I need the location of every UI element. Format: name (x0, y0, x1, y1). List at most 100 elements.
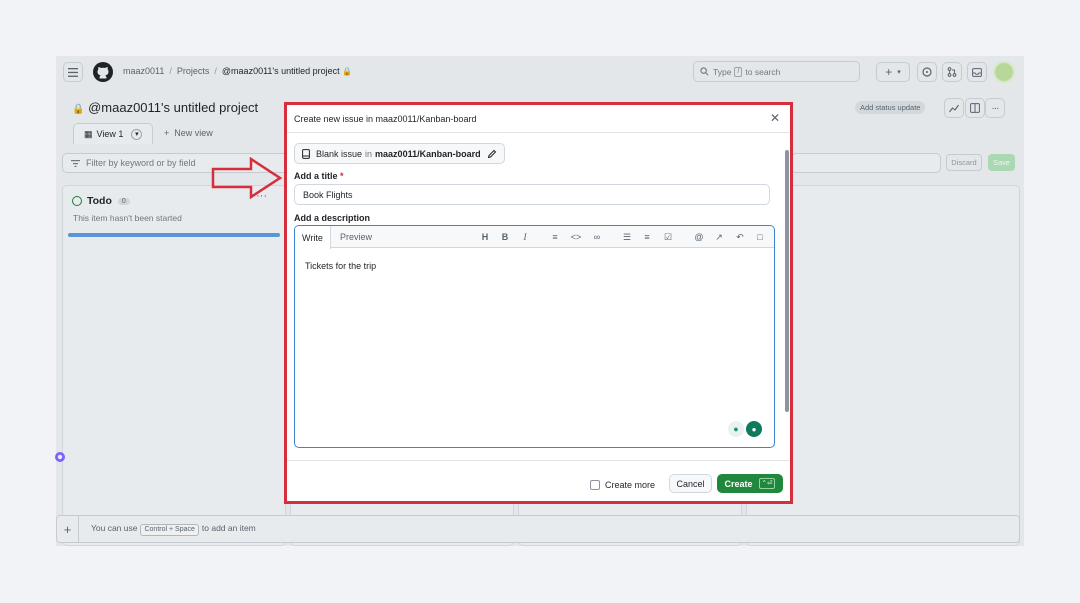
add-item-hint: You can use Control + Space to add an item (91, 523, 256, 536)
link-icon[interactable]: ∞ (591, 231, 603, 243)
create-more-label: Create more (605, 480, 656, 490)
pull-requests-button[interactable] (942, 62, 962, 82)
description-label: Add a description (294, 213, 371, 223)
filter-icon (71, 159, 80, 167)
add-item-hint-post: to add an item (201, 522, 256, 533)
search-input[interactable]: Type / to search (693, 61, 860, 82)
editor-toolbar: Write Preview H B I ≡ <> ∞ ☰ ≡ ☑ @ ↗ ↶ □ (295, 226, 774, 249)
search-icon (700, 67, 709, 76)
dialog-title: Create new issue in maaz0011/Kanban-boar… (294, 113, 477, 124)
chart-icon (949, 104, 959, 112)
github-logo-icon[interactable] (93, 62, 113, 82)
code-icon[interactable]: <> (570, 231, 582, 243)
required-mark: * (340, 171, 344, 181)
kebab-horizontal-icon: ··· (991, 102, 1000, 114)
numbered-list-icon[interactable]: ≡ (641, 231, 653, 243)
dialog-header: Create new issue in maaz0011/Kanban-boar… (287, 105, 790, 133)
filter-placeholder: Filter by keyword or by field (86, 158, 196, 168)
breadcrumb-project[interactable]: @maaz0011's untitled project (222, 66, 340, 76)
template-in: in (365, 148, 373, 159)
view-tab-label: View 1 (96, 129, 124, 139)
column-name: Todo (87, 195, 112, 207)
save-button[interactable]: Save (988, 154, 1015, 171)
pull-request-icon (947, 67, 957, 77)
project-title: 🔒 @maaz0011's untitled project (72, 100, 258, 115)
scrollbar-thumb[interactable] (785, 150, 789, 412)
breadcrumb-owner[interactable]: maaz0011 (123, 66, 164, 76)
more-options-button[interactable]: ··· (985, 98, 1005, 118)
create-new-button[interactable]: + ▾ (876, 62, 910, 82)
checkbox-icon[interactable] (590, 480, 600, 490)
create-more-checkbox[interactable]: Create more (590, 480, 655, 490)
board-column-todo (62, 185, 286, 546)
breadcrumb-projects[interactable]: Projects (177, 66, 210, 76)
grammarly-icon[interactable]: ● (746, 421, 762, 437)
create-button[interactable]: Create ⌃⏎ (717, 474, 783, 493)
italic-icon[interactable]: I (519, 231, 531, 243)
add-item-bar[interactable]: + You can use Control + Space to add an it… (56, 515, 1020, 543)
column-progress-bar (68, 233, 280, 237)
heading-icon[interactable]: H (479, 231, 491, 243)
issues-button[interactable] (917, 62, 937, 82)
bullet-list-icon[interactable]: ☰ (621, 231, 633, 243)
search-placeholder-pre: Type (713, 66, 732, 77)
extension-icon[interactable] (54, 450, 66, 464)
description-editor[interactable]: Write Preview H B I ≡ <> ∞ ☰ ≡ ☑ @ ↗ ↶ □… (294, 225, 775, 448)
new-view-label: New view (174, 128, 213, 138)
user-avatar[interactable] (993, 61, 1015, 83)
quote-icon[interactable]: ≡ (549, 231, 561, 243)
slash-commands-icon[interactable]: □ (754, 231, 766, 243)
add-item-shortcut: Control + Space (140, 523, 199, 536)
repo-icon (302, 148, 310, 159)
description-text[interactable]: Tickets for the trip (305, 261, 376, 271)
template-label: Blank issue (316, 148, 363, 159)
annotation-arrow-icon (211, 157, 283, 200)
insights-button[interactable] (944, 98, 964, 118)
issue-title-input[interactable] (294, 184, 770, 205)
create-shortcut: ⌃⏎ (758, 478, 776, 489)
search-shortcut: / (734, 66, 743, 77)
plus-icon: + (63, 521, 72, 537)
layout-button[interactable] (965, 98, 985, 118)
new-view-button[interactable]: + New view (164, 128, 213, 138)
search-placeholder-post: to search (745, 66, 781, 77)
inbox-icon (972, 67, 982, 77)
filter-input-extension[interactable] (791, 153, 941, 173)
add-item-hint-pre: You can use (91, 522, 138, 533)
dialog-footer: Create more Cancel Create ⌃⏎ (287, 460, 790, 501)
chevron-down-icon: ▾ (897, 69, 901, 76)
view-options-icon[interactable]: ▾ (131, 128, 143, 140)
lock-icon: 🔒 (72, 104, 85, 115)
reference-icon[interactable]: ↗ (713, 231, 725, 243)
inbox-button[interactable] (967, 62, 987, 82)
sidebar-layout-icon (970, 103, 980, 113)
plus-icon: + (885, 65, 893, 79)
lightbulb-icon[interactable]: ● (728, 421, 744, 437)
mention-icon[interactable]: @ (693, 231, 705, 243)
create-issue-dialog: Create new issue in maaz0011/Kanban-boar… (284, 102, 793, 504)
template-repo: maaz0011/Kanban-board (375, 148, 481, 159)
breadcrumb: maaz0011/Projects / @maaz0011's untitled p… (123, 66, 353, 76)
add-status-update-button[interactable]: Add status update (855, 101, 926, 114)
project-title-text: @maaz0011's untitled project (88, 100, 259, 115)
discard-button[interactable]: Discard (946, 154, 982, 171)
create-button-label: Create (724, 478, 753, 489)
top-bar: maaz0011/Projects / @maaz0011's untitled p… (56, 56, 1024, 88)
bold-icon[interactable]: B (499, 231, 511, 243)
add-item-button[interactable]: + (57, 516, 79, 542)
cancel-button[interactable]: Cancel (669, 474, 712, 493)
undo-icon[interactable]: ↶ (734, 231, 746, 243)
title-label: Add a title * (294, 171, 344, 181)
template-selector-button[interactable]: Blank issue in maaz0011/Kanban-board (294, 143, 505, 164)
table-icon: ▦ (84, 128, 93, 139)
tab-write[interactable]: Write (295, 226, 331, 249)
tab-view-1[interactable]: ▦ View 1 ▾ (73, 123, 154, 144)
tab-preview[interactable]: Preview (333, 226, 379, 248)
task-list-icon[interactable]: ☑ (662, 231, 674, 243)
column-count-badge: 0 (117, 197, 130, 205)
title-label-text: Add a title (294, 171, 338, 181)
status-circle-icon (72, 196, 82, 206)
close-icon[interactable]: ✕ (770, 111, 780, 125)
menu-button[interactable] (63, 62, 83, 82)
hamburger-icon (68, 67, 78, 77)
